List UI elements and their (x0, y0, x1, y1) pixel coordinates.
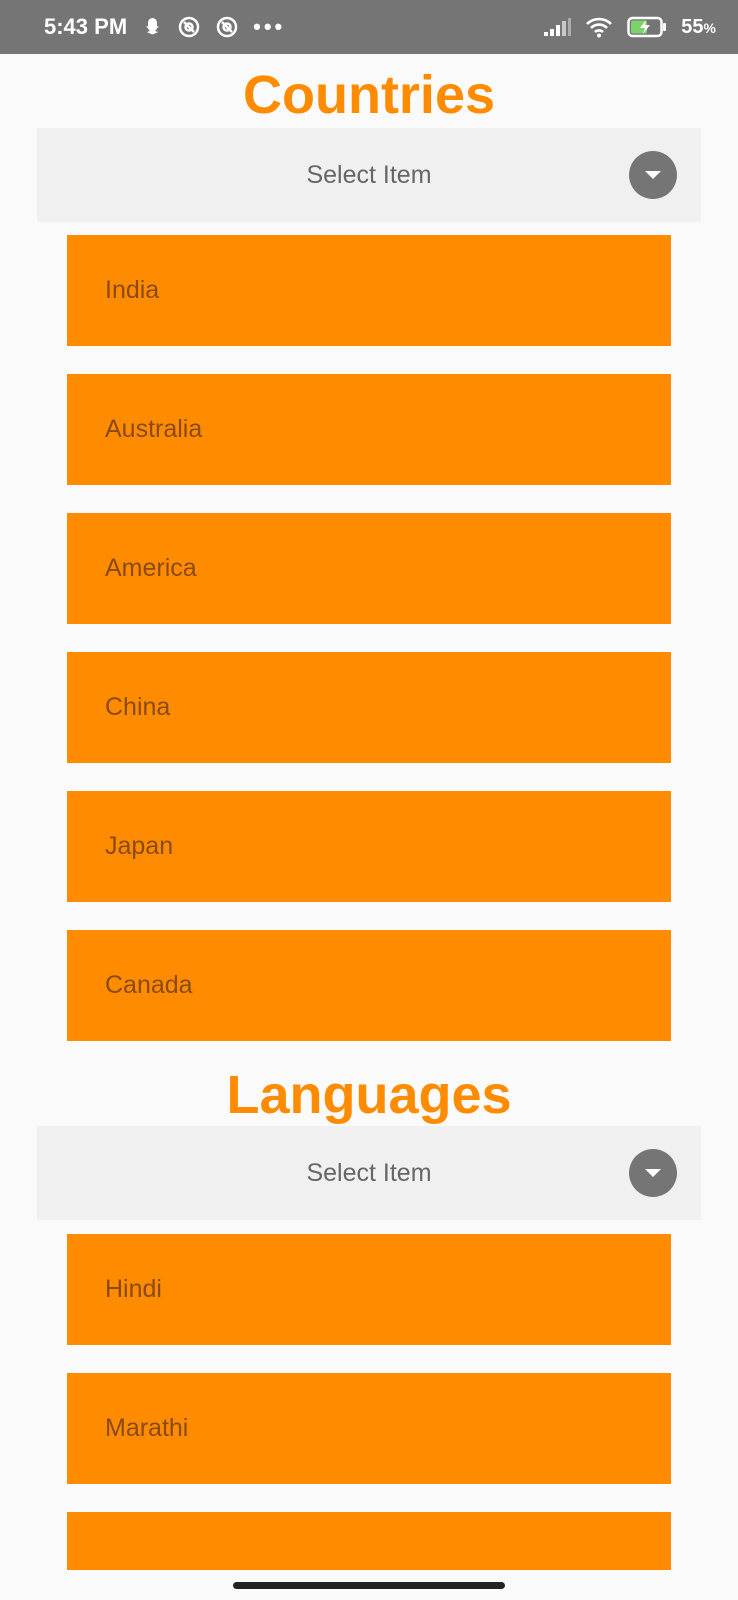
languages-dropdown[interactable]: Select Item (37, 1126, 701, 1220)
list-item-marathi[interactable]: Marathi (67, 1373, 671, 1484)
at-icon (177, 15, 201, 39)
signal-icon (543, 17, 572, 37)
countries-dropdown[interactable]: Select Item (37, 128, 701, 222)
list-item-partial[interactable] (67, 1512, 671, 1570)
list-item-australia[interactable]: Australia (67, 374, 671, 485)
list-item-label: China (105, 693, 171, 721)
home-indicator[interactable] (233, 1582, 505, 1589)
list-item-label: Marathi (105, 1414, 189, 1442)
list-item-america[interactable]: America (67, 513, 671, 624)
list-item-label: Japan (105, 832, 174, 860)
languages-dropdown-label: Select Item (306, 1158, 432, 1187)
status-bar: 5:43 PM ••• 55% (0, 0, 738, 54)
list-item-china[interactable]: China (67, 652, 671, 763)
list-item-label: America (105, 554, 197, 582)
more-icon: ••• (253, 14, 286, 39)
countries-title: Countries (242, 65, 496, 125)
list-item-label: Australia (105, 415, 203, 443)
list-item-label: India (105, 276, 160, 304)
snapchat-icon (141, 16, 163, 38)
list-item-label: Canada (105, 971, 193, 999)
chevron-down-icon[interactable] (629, 1149, 677, 1197)
at-icon (215, 15, 239, 39)
countries-dropdown-label: Select Item (306, 160, 432, 189)
list-item-japan[interactable]: Japan (67, 791, 671, 902)
battery-charging-icon (627, 16, 667, 38)
list-item-hindi[interactable]: Hindi (67, 1234, 671, 1345)
wifi-icon (585, 16, 613, 38)
languages-title: Languages (226, 1065, 512, 1125)
status-time: 5:43 PM (44, 14, 128, 39)
list-item-canada[interactable]: Canada (67, 930, 671, 1041)
chevron-down-icon[interactable] (629, 151, 677, 199)
list-item-india[interactable]: India (67, 235, 671, 346)
list-item-label: Hindi (105, 1275, 162, 1303)
battery-percent: 55% (681, 15, 716, 38)
